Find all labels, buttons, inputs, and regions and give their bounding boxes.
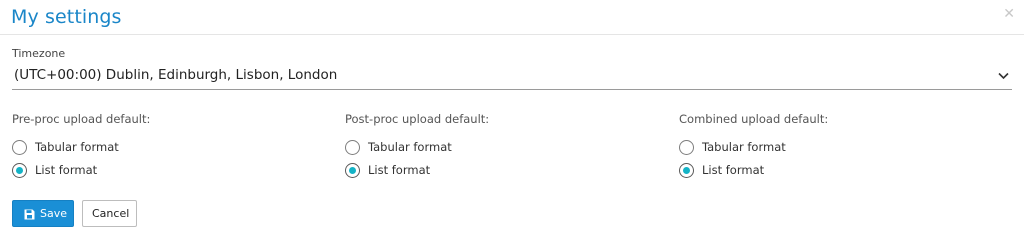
pre-proc-upload-label: Pre-proc upload default: (12, 112, 151, 126)
save-button[interactable]: Save (12, 200, 74, 227)
post-proc-upload-label: Post-proc upload default: (345, 112, 490, 126)
combined-upload-group: Combined upload default: Tabular format … (679, 112, 1009, 184)
close-icon[interactable]: ✕ (1003, 7, 1015, 21)
radio-label: List format (702, 163, 765, 177)
pre-proc-list-radio[interactable] (12, 163, 27, 178)
floppy-disk-icon (24, 209, 35, 220)
combined-tabular-option[interactable]: Tabular format (679, 138, 1009, 161)
save-button-label: Save (40, 207, 68, 220)
radio-label: List format (368, 163, 431, 177)
combined-list-option[interactable]: List format (679, 161, 1009, 184)
pre-proc-upload-group: Pre-proc upload default: Tabular format … (12, 112, 342, 184)
dialog-header: My settings ✕ (0, 0, 1024, 35)
post-proc-tabular-option[interactable]: Tabular format (345, 138, 675, 161)
pre-proc-tabular-radio[interactable] (12, 140, 27, 155)
chevron-down-icon (998, 72, 1009, 80)
radio-label: Tabular format (702, 140, 786, 154)
timezone-select[interactable]: (UTC+00:00) Dublin, Edinburgh, Lisbon, L… (12, 64, 1012, 90)
cancel-button[interactable]: Cancel (82, 200, 137, 227)
timezone-label: Timezone (12, 47, 66, 60)
combined-list-radio[interactable] (679, 163, 694, 178)
radio-label: List format (35, 163, 98, 177)
post-proc-tabular-radio[interactable] (345, 140, 360, 155)
dialog-title: My settings (11, 6, 122, 28)
timezone-selected-value: (UTC+00:00) Dublin, Edinburgh, Lisbon, L… (14, 67, 338, 83)
pre-proc-tabular-option[interactable]: Tabular format (12, 138, 342, 161)
radio-label: Tabular format (368, 140, 452, 154)
cancel-button-label: Cancel (92, 207, 130, 220)
post-proc-list-radio[interactable] (345, 163, 360, 178)
combined-tabular-radio[interactable] (679, 140, 694, 155)
pre-proc-list-option[interactable]: List format (12, 161, 342, 184)
combined-upload-label: Combined upload default: (679, 112, 829, 126)
post-proc-list-option[interactable]: List format (345, 161, 675, 184)
radio-label: Tabular format (35, 140, 119, 154)
post-proc-upload-group: Post-proc upload default: Tabular format… (345, 112, 675, 184)
